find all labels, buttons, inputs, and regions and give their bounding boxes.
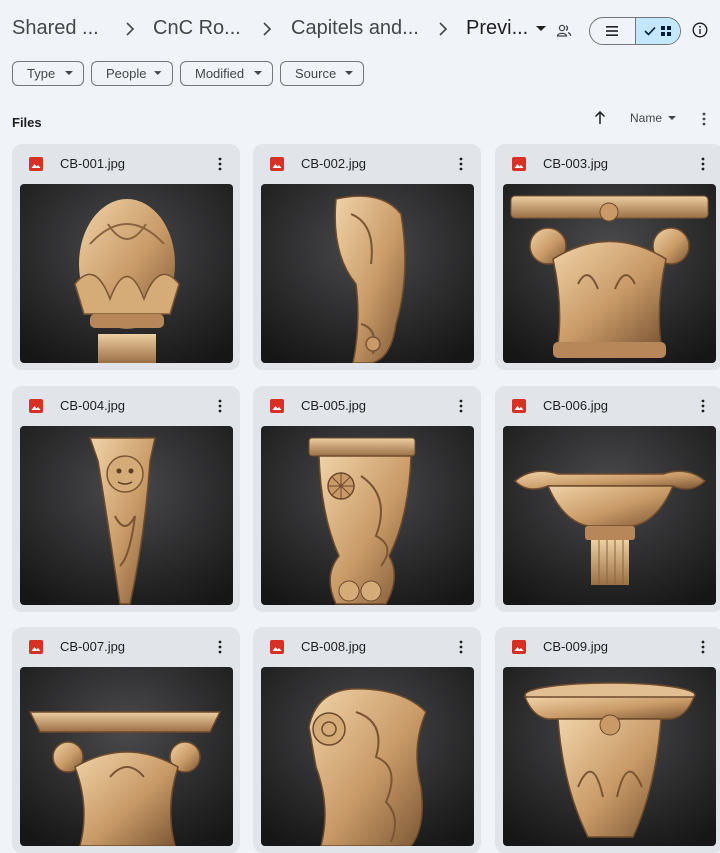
file-more-button[interactable]: [695, 396, 711, 416]
list-view-icon: [606, 26, 619, 36]
file-name: CB-009.jpg: [543, 639, 609, 654]
file-name: CB-005.jpg: [301, 398, 367, 413]
file-more-button[interactable]: [695, 637, 711, 657]
caret-down-icon: [536, 25, 547, 31]
more-vert-icon: [701, 640, 705, 654]
chevron-right-icon: [263, 22, 272, 36]
image-file-icon: [270, 157, 284, 171]
file-more-button[interactable]: [453, 154, 469, 174]
breadcrumb-current-label: Previ...: [466, 17, 529, 39]
file-name: CB-004.jpg: [60, 398, 126, 413]
breadcrumb-current-folder[interactable]: Previ...: [466, 17, 547, 40]
filter-source-label: Source: [295, 66, 337, 81]
chevron-right-icon: [439, 22, 448, 36]
caret-down-icon: [345, 71, 353, 75]
top-bar: Shared ... CnC Ro... Capitels and... Pre…: [0, 0, 720, 60]
caret-down-icon: [154, 71, 162, 75]
file-card[interactable]: CB-005.jpg: [253, 386, 481, 612]
file-card[interactable]: CB-001.jpg: [12, 144, 240, 370]
file-more-button[interactable]: [212, 154, 228, 174]
file-thumbnail: [503, 426, 716, 605]
info-icon: [692, 22, 708, 38]
breadcrumb-shared[interactable]: Shared ...: [12, 17, 99, 40]
file-name: CB-007.jpg: [60, 639, 126, 654]
file-card[interactable]: CB-003.jpg: [495, 144, 720, 370]
file-thumbnail: [20, 184, 233, 363]
sort-by-label: Name: [630, 111, 663, 125]
checkmark-icon: [644, 26, 656, 36]
file-name: CB-008.jpg: [301, 639, 367, 654]
grid-view-icon: [660, 26, 671, 36]
filter-type-label: Type: [27, 66, 56, 81]
file-thumbnail: [261, 667, 474, 846]
file-card[interactable]: CB-009.jpg: [495, 627, 720, 853]
image-file-icon: [29, 399, 43, 413]
image-file-icon: [512, 640, 526, 654]
breadcrumb-capitels[interactable]: Capitels and...: [291, 17, 419, 40]
file-name: CB-003.jpg: [543, 156, 609, 171]
sort-by-button[interactable]: Name: [630, 111, 677, 125]
file-thumbnail: [503, 667, 716, 846]
image-file-icon: [270, 640, 284, 654]
more-vert-icon: [218, 157, 222, 171]
image-file-icon: [270, 399, 284, 413]
file-more-button[interactable]: [212, 396, 228, 416]
more-actions-button[interactable]: [698, 110, 710, 128]
file-card[interactable]: CB-002.jpg: [253, 144, 481, 370]
view-toggle: [589, 17, 681, 45]
breadcrumb-cnc[interactable]: CnC Ro...: [153, 17, 241, 40]
grid-view-button[interactable]: [634, 18, 680, 44]
file-more-button[interactable]: [212, 637, 228, 657]
filter-people[interactable]: People: [91, 61, 173, 86]
file-name: CB-002.jpg: [301, 156, 367, 171]
chevron-right-icon: [126, 22, 135, 36]
caret-down-icon: [668, 115, 677, 120]
file-card[interactable]: CB-007.jpg: [12, 627, 240, 853]
more-vert-icon: [459, 640, 463, 654]
file-thumbnail: [261, 426, 474, 605]
file-card[interactable]: CB-008.jpg: [253, 627, 481, 853]
details-button[interactable]: [690, 20, 710, 40]
file-card[interactable]: CB-004.jpg: [12, 386, 240, 612]
more-vert-icon: [701, 399, 705, 413]
more-vert-icon: [701, 157, 705, 171]
file-more-button[interactable]: [453, 637, 469, 657]
file-thumbnail: [261, 184, 474, 363]
more-vert-icon: [218, 640, 222, 654]
filter-people-label: People: [106, 66, 147, 81]
file-card[interactable]: CB-006.jpg: [495, 386, 720, 612]
file-more-button[interactable]: [453, 396, 469, 416]
image-file-icon: [512, 157, 526, 171]
more-vert-icon: [218, 399, 222, 413]
caret-down-icon: [65, 71, 73, 75]
image-file-icon: [512, 399, 526, 413]
filter-modified[interactable]: Modified: [180, 61, 273, 86]
filter-type[interactable]: Type: [12, 61, 84, 86]
manage-people-icon: [556, 24, 572, 37]
file-name: CB-006.jpg: [543, 398, 609, 413]
image-file-icon: [29, 640, 43, 654]
caret-down-icon: [254, 71, 262, 75]
list-view-button[interactable]: [590, 18, 635, 44]
more-vert-icon: [459, 157, 463, 171]
file-thumbnail: [20, 426, 233, 605]
manage-people-button[interactable]: [554, 21, 574, 41]
file-thumbnail: [20, 667, 233, 846]
file-thumbnail: [503, 184, 716, 363]
filter-modified-label: Modified: [195, 66, 245, 81]
sort-direction-button[interactable]: [592, 110, 608, 126]
more-vert-icon: [702, 112, 706, 126]
filter-source[interactable]: Source: [280, 61, 364, 86]
file-more-button[interactable]: [695, 154, 711, 174]
arrow-up-icon: [594, 111, 606, 124]
files-section-heading: Files: [12, 115, 42, 130]
image-file-icon: [29, 157, 43, 171]
file-name: CB-001.jpg: [60, 156, 126, 171]
more-vert-icon: [459, 399, 463, 413]
